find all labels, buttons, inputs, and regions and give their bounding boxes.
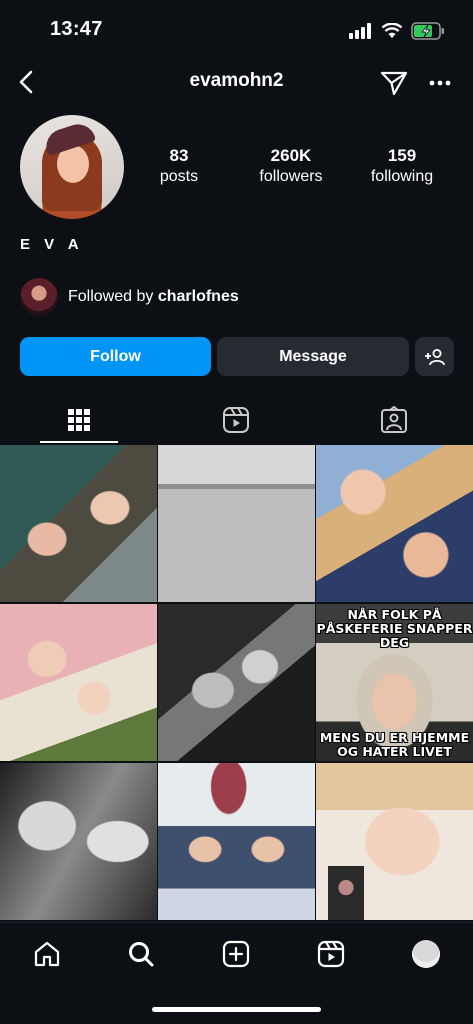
tab-tagged[interactable] xyxy=(355,398,433,442)
post-thumbnail[interactable] xyxy=(158,763,315,920)
following-label: following xyxy=(370,168,434,185)
home-icon xyxy=(34,941,60,967)
posts-value: 83 xyxy=(169,146,189,165)
reels-icon xyxy=(223,407,249,433)
status-icons xyxy=(349,22,445,40)
post-thumbnail[interactable] xyxy=(0,763,157,920)
follow-button[interactable]: Follow xyxy=(20,337,211,376)
search-icon xyxy=(129,942,154,967)
followed-by-row[interactable]: Followed by charlofnes xyxy=(20,278,239,316)
send-icon xyxy=(380,71,408,96)
post-thumbnail-meme[interactable]: NÅR FOLK PÅ PÅSKEFERIE SNAPPER DEG MENS … xyxy=(316,604,473,761)
tagged-person-icon xyxy=(381,406,407,433)
nav-new-post[interactable] xyxy=(216,934,256,974)
profile-display-name: E V A xyxy=(20,236,84,253)
followed-by-text: Followed by charlofnes xyxy=(68,288,239,305)
follower-avatar xyxy=(20,278,58,316)
new-post-icon xyxy=(222,940,250,968)
following-count[interactable]: 159 following xyxy=(362,146,442,186)
grid-icon xyxy=(68,409,90,431)
meme-bottom-text: MENS DU ER HJEMME OG HATER LIVET xyxy=(319,730,470,759)
nav-profile[interactable] xyxy=(406,934,446,974)
followers-count[interactable]: 260K followers xyxy=(250,146,332,186)
tab-posts-grid[interactable] xyxy=(40,398,118,442)
posts-count[interactable]: 83 posts xyxy=(148,146,210,186)
post-thumbnail[interactable] xyxy=(316,445,473,602)
suggested-users-button[interactable] xyxy=(415,337,454,376)
more-horizontal-icon xyxy=(429,80,451,86)
wifi-icon xyxy=(381,23,403,38)
profile-avatar[interactable] xyxy=(20,115,124,219)
tab-reels[interactable] xyxy=(197,398,275,442)
home-indicator xyxy=(152,1007,321,1012)
followers-label: followers xyxy=(259,168,323,185)
share-profile-button[interactable] xyxy=(377,66,411,100)
nav-search[interactable] xyxy=(121,934,161,974)
reels-icon xyxy=(317,940,345,968)
followed-by-user: charlofnes xyxy=(157,288,239,305)
post-thumbnail[interactable] xyxy=(158,604,315,761)
status-time: 13:47 xyxy=(50,18,103,40)
battery-charging-icon xyxy=(411,22,444,40)
add-person-icon xyxy=(424,348,445,365)
posts-grid: NÅR FOLK PÅ PÅSKEFERIE SNAPPER DEG MENS … xyxy=(0,445,473,920)
profile-icon xyxy=(412,940,440,968)
nav-reels[interactable] xyxy=(311,934,351,974)
followers-value: 260K xyxy=(270,146,312,165)
nav-home[interactable] xyxy=(27,934,67,974)
signal-icon xyxy=(349,23,371,39)
posts-label: posts xyxy=(159,168,199,185)
post-thumbnail[interactable] xyxy=(158,445,315,602)
following-value: 159 xyxy=(387,146,417,165)
active-tab-indicator xyxy=(40,441,118,443)
post-thumbnail[interactable] xyxy=(0,604,157,761)
post-thumbnail[interactable] xyxy=(0,445,157,602)
more-options-button[interactable] xyxy=(424,66,456,100)
message-button[interactable]: Message xyxy=(217,337,409,376)
meme-top-text: NÅR FOLK PÅ PÅSKEFERIE SNAPPER DEG xyxy=(316,607,473,650)
post-thumbnail[interactable] xyxy=(316,763,473,920)
